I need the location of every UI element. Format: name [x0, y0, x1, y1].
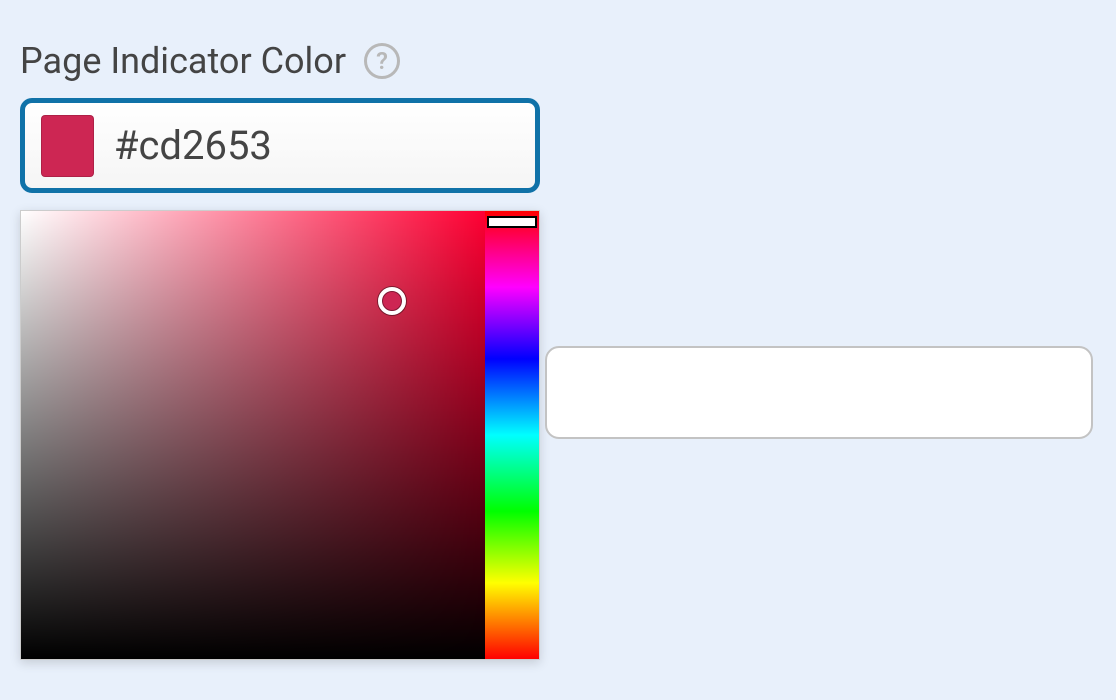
color-picker-panel: [20, 210, 540, 660]
hue-slider[interactable]: [485, 211, 539, 659]
color-input-wrapper[interactable]: [20, 98, 540, 193]
field-label: Page Indicator Color: [20, 40, 346, 82]
hue-cursor[interactable]: [487, 216, 537, 228]
secondary-input[interactable]: [545, 346, 1093, 439]
help-icon[interactable]: ?: [364, 43, 400, 79]
color-swatch[interactable]: [41, 115, 94, 177]
sv-cursor[interactable]: [378, 287, 406, 315]
color-hex-input[interactable]: [114, 122, 519, 169]
field-label-row: Page Indicator Color ?: [20, 40, 1096, 82]
value-gradient: [21, 211, 485, 659]
saturation-value-area[interactable]: [21, 211, 485, 659]
